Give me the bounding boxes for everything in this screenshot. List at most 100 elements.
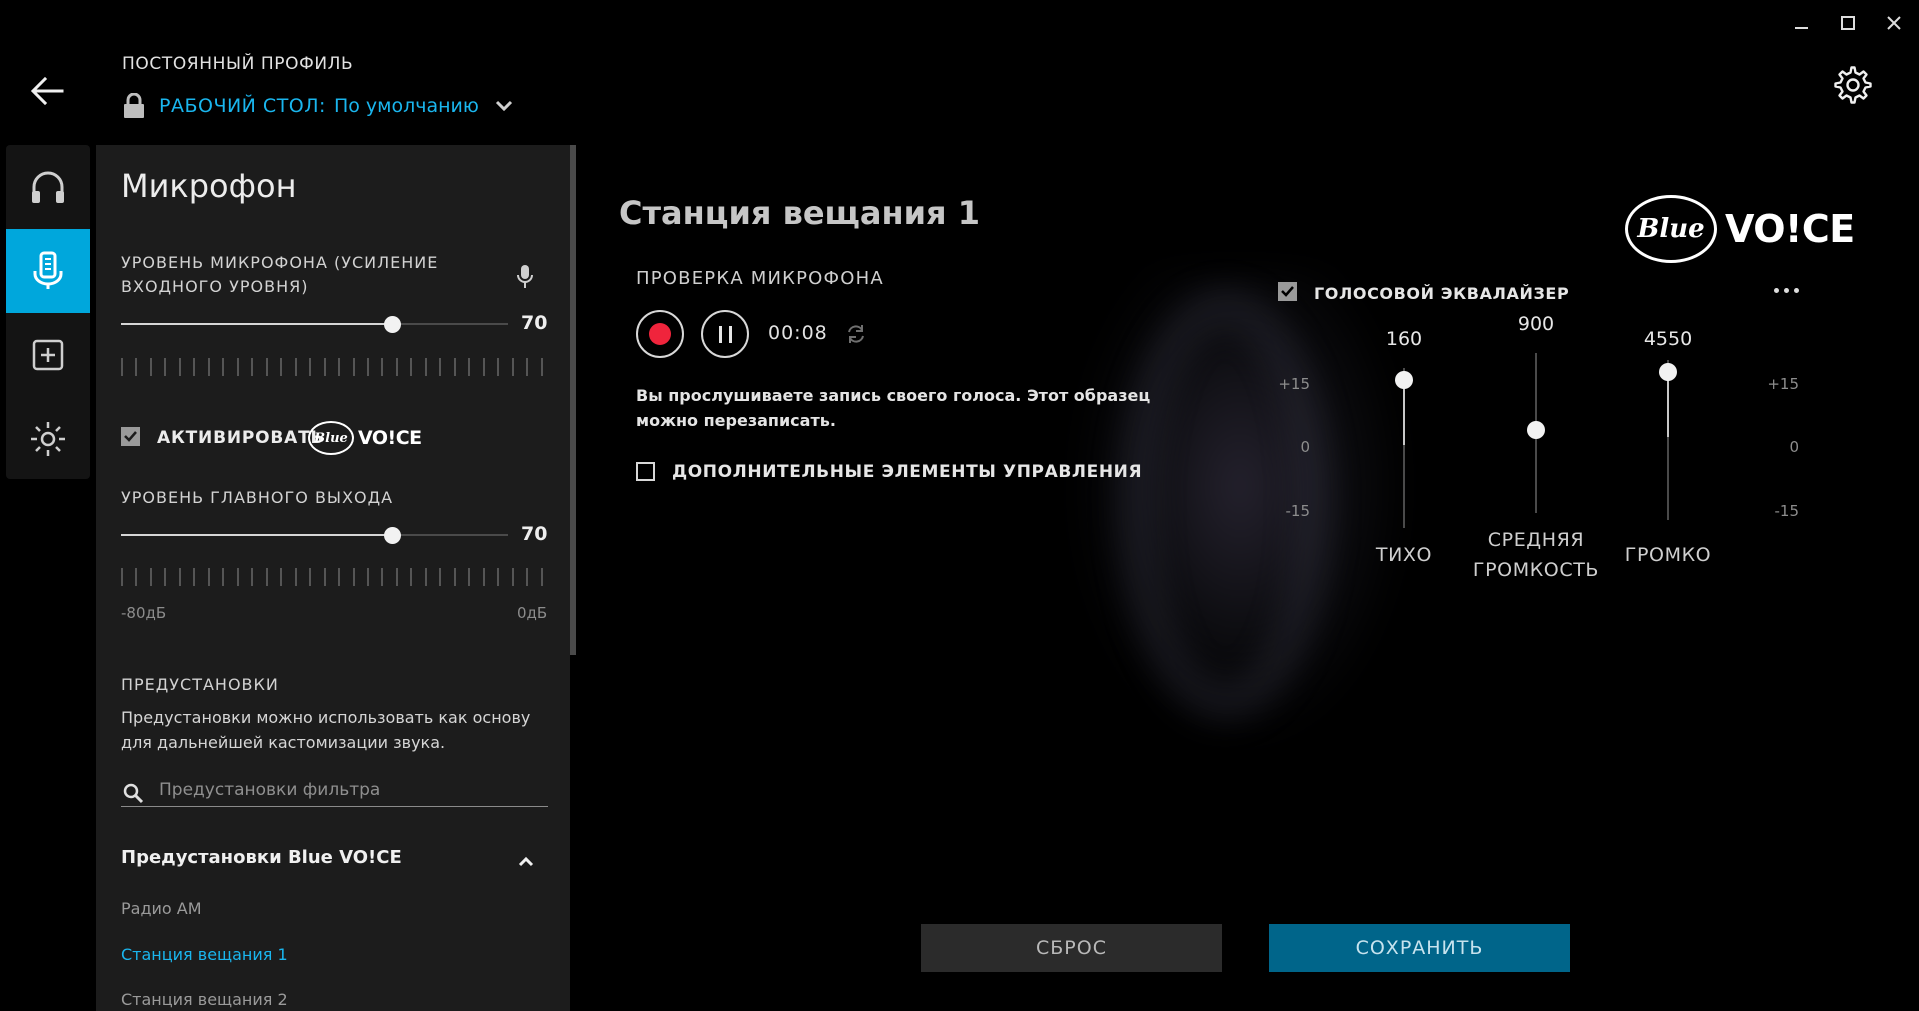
meter-tick bbox=[439, 358, 442, 376]
preset-filter[interactable] bbox=[121, 773, 548, 807]
meter-tick bbox=[121, 358, 123, 376]
main-output-meter bbox=[121, 568, 543, 586]
mic-small-icon bbox=[517, 265, 533, 288]
headphones-icon bbox=[32, 171, 64, 203]
meter-tick bbox=[149, 568, 152, 586]
eq-band-mid-knob[interactable] bbox=[1527, 421, 1545, 439]
profile-value: По умолчанию bbox=[333, 95, 479, 117]
eq-band-low-slider[interactable] bbox=[1395, 368, 1413, 528]
voice-logo-word: VO!CE bbox=[1725, 207, 1855, 251]
meter-tick bbox=[135, 358, 138, 376]
microphone-panel: Микрофон УРОВЕНЬ МИКРОФОНА (УСИЛЕНИЕ ВХО… bbox=[96, 145, 570, 1011]
close-icon bbox=[1887, 16, 1901, 30]
settings-button[interactable] bbox=[1833, 65, 1873, 105]
pause-icon-bar bbox=[729, 326, 732, 343]
nav-item-lighting[interactable] bbox=[6, 397, 90, 481]
eq-scale-min-right: -15 bbox=[1774, 502, 1800, 520]
meter-tick bbox=[135, 568, 138, 586]
blue-logo-oval: Blue bbox=[1625, 195, 1717, 263]
meter-tick bbox=[193, 568, 196, 586]
presets-description: Предустановки можно использовать как осн… bbox=[121, 708, 531, 752]
meter-tick bbox=[352, 568, 355, 586]
loop-icon[interactable] bbox=[845, 323, 867, 345]
meter-tick bbox=[482, 568, 485, 586]
presets-title: ПРЕДУСТАНОВКИ bbox=[121, 675, 279, 694]
meter-tick bbox=[294, 568, 297, 586]
blue-voice-logo: Blue VO!CE bbox=[1625, 195, 1855, 263]
nav-rail bbox=[6, 145, 90, 479]
meter-tick bbox=[236, 358, 239, 376]
meter-tick bbox=[294, 358, 297, 376]
eq-band-low-knob[interactable] bbox=[1395, 371, 1413, 389]
more-icon-dot bbox=[1784, 288, 1789, 293]
meter-tick bbox=[121, 568, 123, 586]
meter-tick bbox=[424, 358, 427, 376]
meter-tick bbox=[439, 568, 442, 586]
meter-tick bbox=[178, 358, 181, 376]
blue-logo-oval: Blue bbox=[308, 421, 354, 455]
meter-tick bbox=[222, 568, 225, 586]
preset-group-header[interactable]: Предустановки Blue VO!CE bbox=[121, 847, 548, 877]
slider-knob[interactable] bbox=[383, 316, 401, 333]
search-icon bbox=[123, 783, 144, 804]
chevron-up-icon bbox=[518, 856, 534, 867]
meter-tick bbox=[352, 358, 355, 376]
reset-button[interactable]: СБРОС bbox=[921, 924, 1222, 972]
close-button[interactable] bbox=[1880, 12, 1908, 36]
activate-blue-voice-checkbox[interactable] bbox=[121, 427, 140, 446]
mic-level-meter bbox=[121, 358, 543, 376]
preset-filter-input[interactable] bbox=[159, 777, 539, 803]
main-output-slider[interactable] bbox=[121, 525, 508, 545]
mic-level-label: УРОВЕНЬ МИКРОФОНА (УСИЛЕНИЕ ВХОДНОГО УРО… bbox=[121, 253, 439, 296]
eq-scale-mid-left: 0 bbox=[1300, 438, 1310, 456]
meter-tick bbox=[236, 568, 239, 586]
meter-tick bbox=[497, 568, 500, 586]
mic-level-slider[interactable] bbox=[121, 314, 508, 334]
preset-group-title: Предустановки Blue VO!CE bbox=[121, 847, 402, 868]
preset-item-selected[interactable]: Станция вещания 1 bbox=[121, 945, 288, 964]
preset-item[interactable]: Станция вещания 2 bbox=[121, 990, 288, 1009]
nav-item-assignments[interactable] bbox=[6, 313, 90, 397]
nav-item-headphones[interactable] bbox=[6, 145, 90, 229]
preset-item[interactable]: Радио АМ bbox=[121, 899, 202, 918]
meter-tick bbox=[468, 358, 471, 376]
meter-tick bbox=[323, 568, 326, 586]
meter-tick bbox=[366, 358, 369, 376]
meter-tick bbox=[338, 358, 341, 376]
meter-tick bbox=[265, 568, 268, 586]
pause-button[interactable] bbox=[701, 310, 749, 358]
eq-band-high-knob[interactable] bbox=[1659, 363, 1677, 381]
nav-item-microphone[interactable] bbox=[6, 229, 90, 313]
advanced-controls-label: ДОПОЛНИТЕЛЬНЫЕ ЭЛЕМЕНТЫ УПРАВЛЕНИЯ bbox=[672, 462, 1143, 482]
voice-eq-checkbox[interactable] bbox=[1278, 282, 1297, 301]
meter-tick bbox=[410, 568, 413, 586]
meter-tick bbox=[207, 568, 210, 586]
meter-tick bbox=[251, 358, 254, 376]
slider-knob[interactable] bbox=[383, 527, 401, 544]
meter-tick bbox=[265, 358, 268, 376]
db-min-label: -80дБ bbox=[121, 604, 167, 622]
save-button[interactable]: СОХРАНИТЬ bbox=[1269, 924, 1570, 972]
lighting-icon bbox=[31, 422, 65, 456]
profile-label: ПОСТОЯННЫЙ ПРОФИЛЬ bbox=[122, 54, 354, 74]
eq-band-mid-slider[interactable] bbox=[1527, 353, 1545, 513]
eq-scale-mid-right: 0 bbox=[1789, 438, 1799, 456]
panel-scrollbar[interactable] bbox=[570, 145, 576, 655]
meter-tick bbox=[511, 358, 514, 376]
profile-selector[interactable]: РАБОЧИЙ СТОЛ: По умолчанию bbox=[122, 92, 513, 120]
minimize-button[interactable] bbox=[1787, 12, 1815, 36]
meter-tick bbox=[338, 568, 341, 586]
more-options-button[interactable] bbox=[1772, 283, 1802, 297]
meter-tick bbox=[207, 358, 210, 376]
eq-band-fill bbox=[1667, 372, 1669, 437]
mic-test-timer: 00:08 bbox=[768, 322, 828, 344]
back-button[interactable] bbox=[26, 72, 68, 110]
mic-level-value: 70 bbox=[521, 312, 548, 334]
maximize-button[interactable] bbox=[1834, 12, 1862, 36]
record-button[interactable] bbox=[636, 310, 684, 358]
more-icon bbox=[1774, 288, 1779, 293]
meter-tick bbox=[497, 358, 500, 376]
advanced-controls-checkbox[interactable] bbox=[636, 462, 655, 481]
meter-tick bbox=[468, 568, 471, 586]
eq-band-high-slider[interactable] bbox=[1659, 360, 1677, 520]
